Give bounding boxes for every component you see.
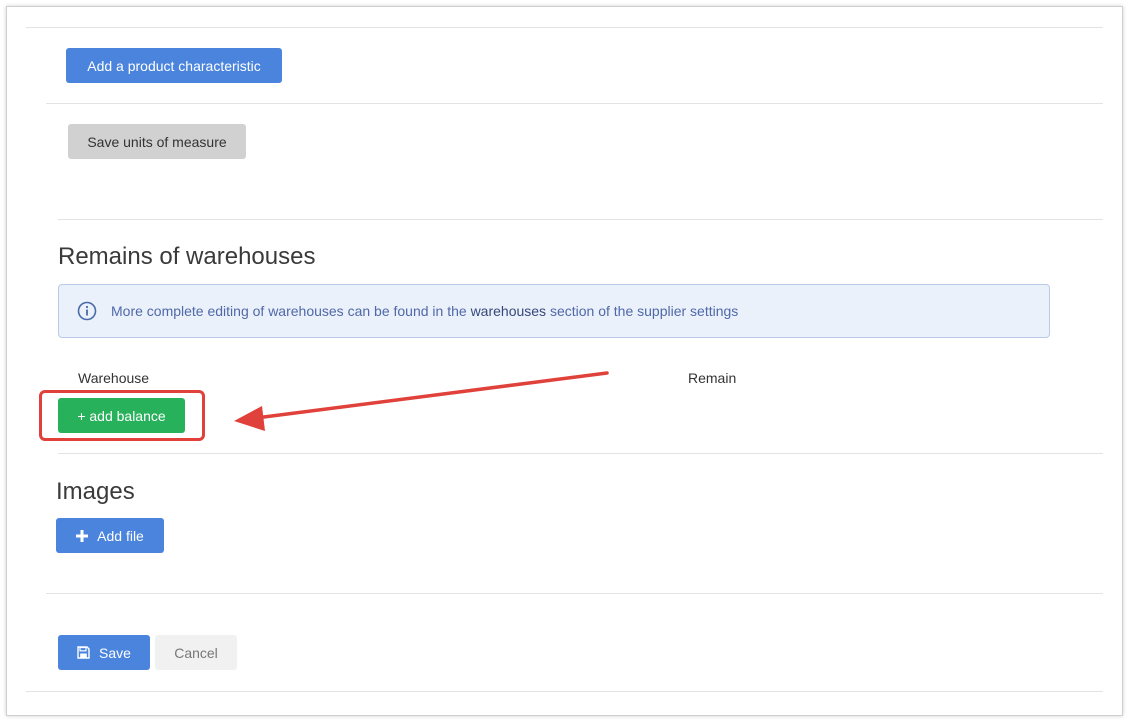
warehouses-settings-link[interactable]: warehouses: [471, 303, 547, 319]
images-section-title: Images: [56, 478, 135, 505]
info-circle-icon: [77, 301, 97, 321]
add-product-characteristic-button[interactable]: Add a product characteristic: [66, 48, 282, 83]
warehouses-section-title: Remains of warehouses: [58, 243, 316, 270]
save-units-of-measure-button[interactable]: Save units of measure: [68, 124, 246, 159]
divider-images: [46, 593, 1103, 594]
add-balance-button[interactable]: + add balance: [58, 398, 185, 433]
divider-top: [26, 27, 1103, 28]
info-text-suffix: section of the supplier settings: [549, 303, 739, 319]
divider-warehouses: [58, 453, 1103, 454]
save-label: Save: [99, 644, 131, 661]
add-balance-label: + add balance: [77, 407, 166, 424]
save-button[interactable]: Save: [58, 635, 150, 670]
divider-units: [58, 219, 1103, 220]
save-units-of-measure-label: Save units of measure: [87, 133, 227, 150]
add-product-characteristic-label: Add a product characteristic: [87, 57, 261, 74]
divider-bottom: [26, 691, 1103, 692]
column-header-warehouse: Warehouse: [78, 370, 150, 386]
column-header-remain: Remain: [688, 370, 737, 386]
add-file-label: Add file: [97, 527, 144, 544]
add-file-button[interactable]: Add file: [56, 518, 164, 553]
form-panel: [6, 6, 1123, 716]
warehouses-info-alert: More complete editing of warehouses can …: [58, 284, 1050, 338]
cancel-label: Cancel: [174, 644, 218, 661]
cancel-button[interactable]: Cancel: [155, 635, 237, 670]
plus-icon: [76, 529, 89, 542]
floppy-disk-icon: [77, 646, 90, 659]
info-text-prefix: More complete editing of warehouses can …: [111, 303, 467, 319]
divider-characteristics: [46, 103, 1103, 104]
